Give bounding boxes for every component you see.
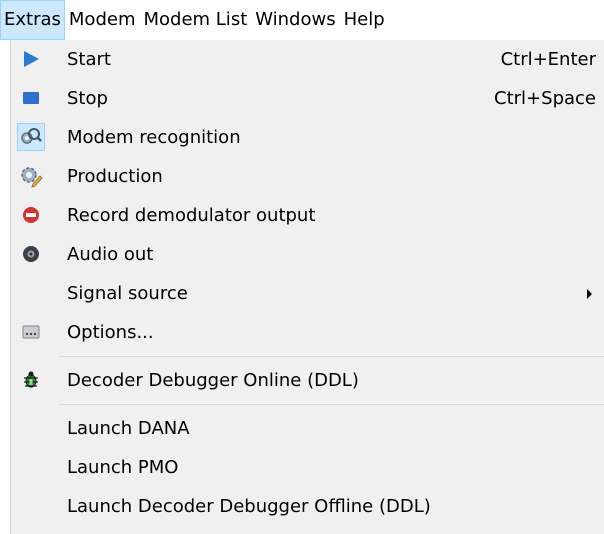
menu-windows[interactable]: Windows — [251, 0, 339, 40]
menu-item-label: Decoder Debugger Online (DDL) — [67, 370, 359, 391]
menu-item-label: Record demodulator output — [67, 205, 316, 226]
menu-item-label: Launch DANA — [67, 418, 190, 439]
extras-dropdown-menu: Start Ctrl+Enter Stop Ctrl+Space Modem r… — [10, 40, 604, 534]
menu-item-options[interactable]: Options... — [11, 313, 604, 352]
gear-pencil-icon — [17, 162, 45, 190]
menu-item-label: Modem recognition — [67, 127, 241, 148]
menu-item-stop[interactable]: Stop Ctrl+Space — [11, 79, 604, 118]
menu-item-production[interactable]: Production — [11, 157, 604, 196]
menu-item-label: Launch Decoder Debugger Offline (DDL) — [67, 496, 431, 517]
menu-item-start[interactable]: Start Ctrl+Enter — [11, 40, 604, 79]
menu-item-label: Start — [67, 49, 111, 70]
menu-item-shortcut: Ctrl+Space — [494, 88, 596, 109]
menu-item-label: Options... — [67, 322, 154, 343]
menu-item-label: Launch PMO — [67, 457, 179, 478]
menu-modem-list[interactable]: Modem List — [139, 0, 251, 40]
menu-item-audio-out[interactable]: Audio out — [11, 235, 604, 274]
menu-help[interactable]: Help — [340, 0, 389, 40]
menu-item-signal-source[interactable]: Signal source — [11, 274, 604, 313]
menu-item-launch-decoder-debugger-offline[interactable]: Launch Decoder Debugger Offline (DDL) — [11, 487, 604, 526]
menu-item-launch-pmo[interactable]: Launch PMO — [11, 448, 604, 487]
bug-icon — [17, 366, 45, 394]
menu-separator — [59, 356, 604, 357]
submenu-arrow-icon — [587, 289, 592, 299]
play-icon — [17, 45, 45, 73]
menu-separator — [59, 404, 604, 405]
record-binary-icon — [17, 201, 45, 229]
menu-bar: Extras Modem Modem List Windows Help — [0, 0, 604, 40]
menu-item-label: Signal source — [67, 283, 188, 304]
magnifier-gear-icon — [17, 123, 45, 151]
stop-icon — [17, 84, 45, 112]
menu-item-record-demodulator-output[interactable]: Record demodulator output — [11, 196, 604, 235]
menu-item-shortcut: Ctrl+Enter — [500, 49, 596, 70]
menu-modem[interactable]: Modem — [65, 0, 140, 40]
menu-item-label: Stop — [67, 88, 108, 109]
menu-item-modem-recognition[interactable]: Modem recognition — [11, 118, 604, 157]
menu-item-label: Audio out — [67, 244, 154, 265]
menu-item-label: Production — [67, 166, 163, 187]
menu-item-launch-dana[interactable]: Launch DANA — [11, 409, 604, 448]
menu-extras[interactable]: Extras — [0, 0, 65, 40]
menu-item-decoder-debugger-online[interactable]: Decoder Debugger Online (DDL) — [11, 361, 604, 400]
speaker-icon — [17, 240, 45, 268]
options-icon — [17, 318, 45, 346]
